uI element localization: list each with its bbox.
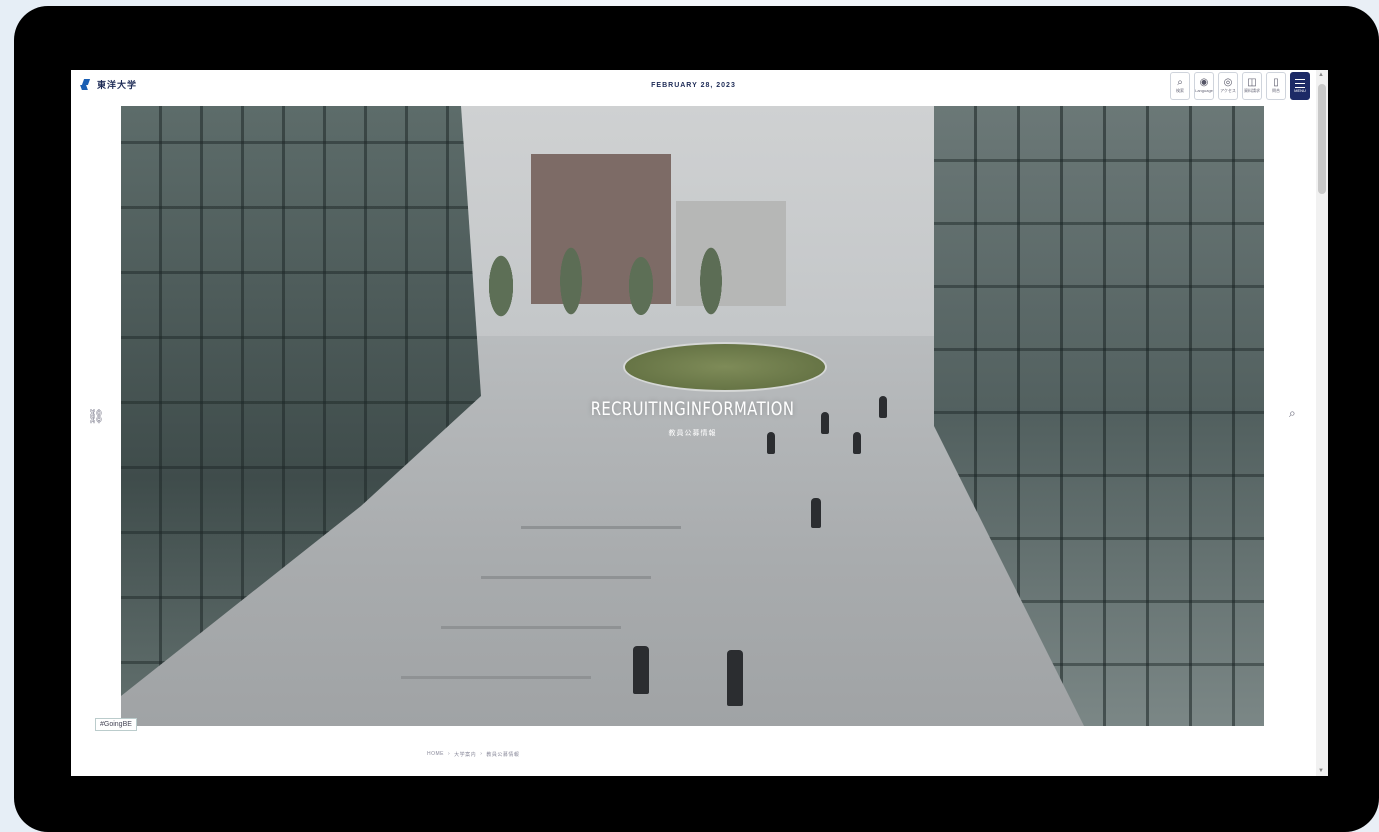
pedestrian	[633, 646, 649, 694]
link-icon[interactable]: ⛓	[87, 408, 105, 425]
menu-icon	[1295, 78, 1305, 88]
hero-image: RECRUITINGINFORMATION 教員公募情報	[121, 106, 1264, 726]
plaza-stripe	[521, 526, 681, 529]
breadcrumb-about[interactable]: 大学案内	[454, 751, 476, 758]
scroll-thumb[interactable]	[1318, 84, 1326, 194]
search-icon: ⌕	[1177, 77, 1183, 88]
tool-label: 問合	[1272, 88, 1280, 93]
hero-title: RECRUITINGINFORMATION	[590, 398, 795, 420]
tool-label: 資料請求	[1244, 88, 1260, 93]
hero-trees	[481, 226, 781, 326]
info-icon: ◫	[1247, 77, 1257, 88]
menu-label: MENU	[1294, 87, 1306, 93]
scroll-up-arrow-icon[interactable]: ▲	[1318, 72, 1324, 78]
breadcrumb: HOME › 大学案内 › 教員公募情報	[427, 751, 519, 758]
breadcrumb-current: 教員公募情報	[486, 752, 520, 758]
hero-flowerbed	[623, 342, 827, 392]
access-icon: ◎	[1223, 77, 1233, 88]
site-header: 東洋大学 FEBRUARY 28, 2023 ⌕ 検索 ◉ Language ◎…	[71, 70, 1316, 106]
info-tool-button[interactable]: ◫ 資料請求	[1242, 72, 1262, 100]
plaza-stripe	[401, 676, 591, 679]
language-tool-button[interactable]: ◉ Language	[1194, 72, 1214, 100]
breadcrumb-home[interactable]: HOME	[427, 751, 444, 758]
hero-subtitle: 教員公募情報	[668, 430, 717, 437]
tool-label: 検索	[1176, 88, 1184, 93]
access-tool-button[interactable]: ◎ アクセス	[1218, 72, 1238, 100]
search-icon[interactable]: ⌕	[1289, 406, 1296, 421]
scrollbar[interactable]: ▲ ▼	[1316, 70, 1328, 776]
search-tool-button[interactable]: ⌕ 検索	[1170, 72, 1190, 100]
breadcrumb-separator: ›	[480, 751, 483, 757]
pedestrian	[727, 650, 743, 706]
browser-screen: 東洋大学 FEBRUARY 28, 2023 ⌕ 検索 ◉ Language ◎…	[71, 70, 1328, 776]
header-tools: ⌕ 検索 ◉ Language ◎ アクセス ◫ 資料請求 ▯ 問合 MENU	[1170, 72, 1310, 100]
scroll-down-arrow-icon[interactable]: ▼	[1318, 768, 1324, 774]
breadcrumb-separator: ›	[448, 751, 451, 757]
header-date: FEBRUARY 28, 2023	[651, 82, 736, 89]
plaza-stripe	[481, 576, 651, 579]
contact-icon: ▯	[1273, 77, 1279, 88]
plaza-stripe	[441, 626, 621, 629]
contact-tool-button[interactable]: ▯ 問合	[1266, 72, 1286, 100]
hashtag-badge[interactable]: #GoingBE	[95, 718, 137, 731]
tool-label: Language	[1195, 88, 1213, 93]
menu-button[interactable]: MENU	[1290, 72, 1310, 100]
globe-icon: ◉	[1199, 77, 1209, 88]
pedestrian	[811, 498, 821, 528]
tool-label: アクセス	[1220, 88, 1236, 93]
